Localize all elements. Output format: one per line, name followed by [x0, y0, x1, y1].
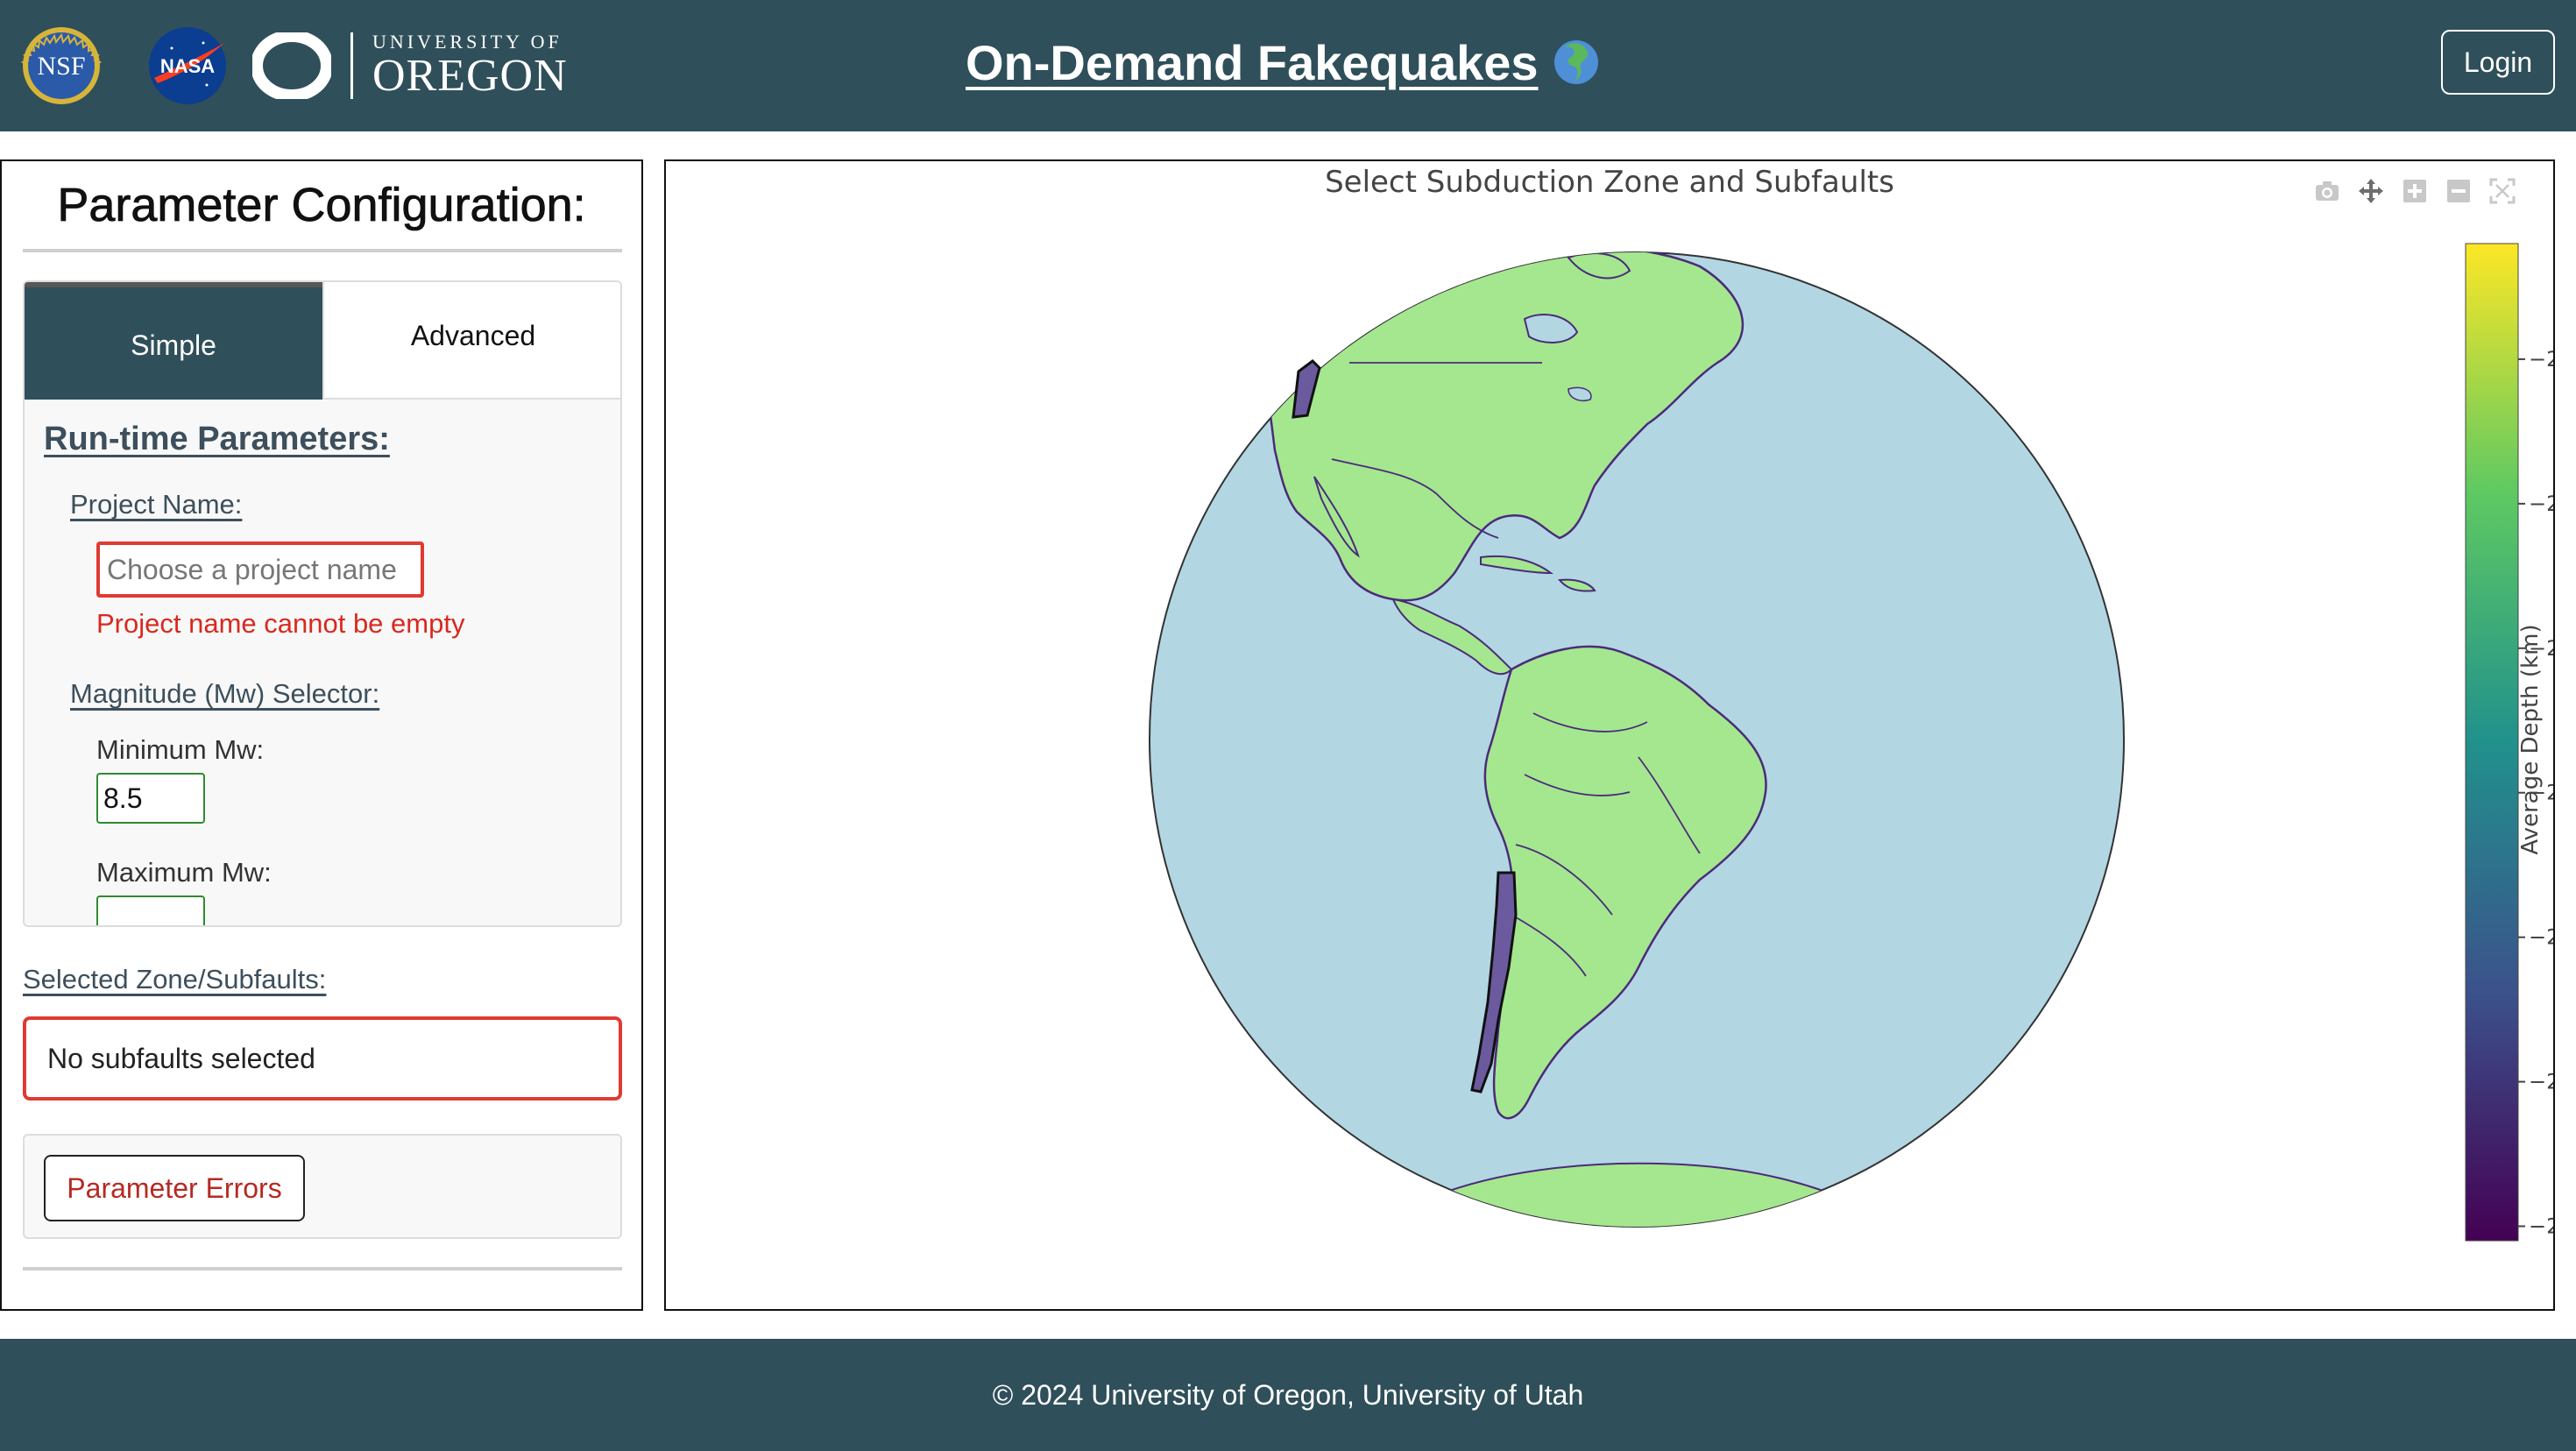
globe-americas-icon	[1553, 40, 1598, 84]
divider	[23, 249, 622, 252]
maximum-mw-input[interactable]	[96, 895, 205, 925]
selected-zone-label: Selected Zone/Subfaults:	[23, 964, 327, 994]
colorbar-tick-label: −22	[2529, 347, 2553, 372]
selected-zone-box: No subfaults selected	[23, 1016, 622, 1101]
uo-line2: OREGON	[372, 51, 568, 101]
parameter-errors-container: Parameter Errors	[23, 1134, 622, 1239]
login-button[interactable]: Login	[2441, 30, 2555, 95]
colorbar-tick-label: −28	[2529, 1214, 2553, 1239]
footer: © 2024 University of Oregon, University …	[0, 1339, 2576, 1451]
colorbar-gradient	[2465, 243, 2519, 1242]
uo-line1: UNIVERSITY OF	[372, 31, 563, 53]
tab-advanced[interactable]: Advanced	[322, 282, 620, 400]
nsf-logo: NSF	[21, 27, 102, 104]
logo-divider	[350, 32, 353, 99]
parameter-errors-button[interactable]: Parameter Errors	[44, 1155, 305, 1221]
colorbar: −22−23−24−25−26−27−28 Average Depth (km)	[2465, 243, 2553, 1242]
map-panel: Select Subduction Zone and Subfaults −2 …	[664, 159, 2555, 1311]
colorbar-tick-label: −23	[2529, 492, 2553, 516]
parameter-tabs: Simple Advanced Run-time Parameters: Pro…	[23, 280, 622, 927]
tab-simple[interactable]: Simple	[25, 282, 322, 400]
site-title-link[interactable]: On-Demand Fakequakes	[966, 34, 1539, 91]
project-name-error: Project name cannot be empty	[96, 608, 465, 639]
footer-text: © 2024 University of Oregon, University …	[992, 1378, 1584, 1411]
divider	[23, 1267, 622, 1271]
project-name-label: Project Name:	[70, 489, 243, 520]
svg-text:NASA: NASA	[160, 55, 215, 77]
university-of-oregon-logo: UNIVERSITY OF OREGON	[252, 19, 568, 112]
minimum-mw-label: Minimum Mw:	[96, 734, 265, 765]
oregon-o-icon	[252, 32, 331, 99]
maximum-mw-label: Maximum Mw:	[96, 857, 272, 888]
parameter-configuration-panel: Parameter Configuration: Simple Advanced…	[0, 159, 643, 1311]
site-title-group: On-Demand Fakequakes	[966, 30, 1600, 95]
colorbar-title: Average Depth (km)	[2517, 624, 2544, 854]
top-navbar: NSF NASA UNIVERSITY OF OREGON On-Demand …	[0, 0, 2576, 131]
uo-wordmark: UNIVERSITY OF OREGON	[372, 32, 568, 99]
minimum-mw-input[interactable]	[96, 773, 205, 824]
runtime-parameters-heading: Run-time Parameters:	[44, 421, 390, 457]
logo-group: NSF NASA UNIVERSITY OF OREGON	[21, 19, 568, 112]
project-name-input[interactable]	[96, 541, 424, 598]
nasa-logo: NASA	[149, 27, 226, 104]
svg-text:NSF: NSF	[37, 52, 85, 81]
panel-title: Parameter Configuration:	[57, 179, 586, 232]
globe-map[interactable]: −22−23−24−25−26−27−28 Average Depth (km)	[666, 161, 2553, 1309]
magnitude-selector-label: Magnitude (Mw) Selector:	[70, 678, 380, 709]
colorbar-tick-label: −26	[2529, 925, 2553, 950]
colorbar-tick-label: −27	[2529, 1070, 2553, 1094]
